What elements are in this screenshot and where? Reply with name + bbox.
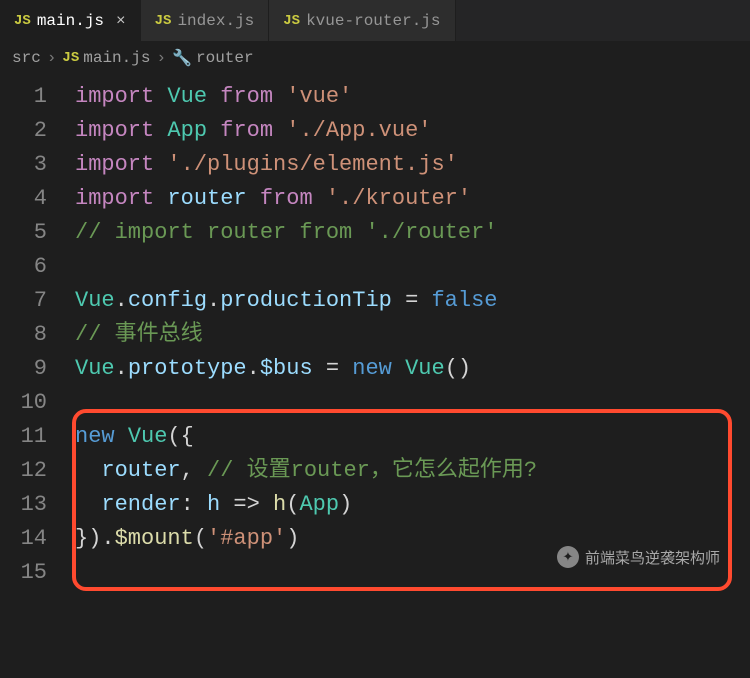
code-line: 7Vue.config.productionTip = false bbox=[0, 284, 750, 318]
chevron-right-icon: › bbox=[156, 49, 166, 67]
tab-kvue-router-js[interactable]: JS kvue-router.js bbox=[269, 0, 455, 41]
line-number: 6 bbox=[0, 250, 55, 284]
line-number: 15 bbox=[0, 556, 55, 590]
line-number: 1 bbox=[0, 80, 55, 114]
breadcrumb-folder[interactable]: src bbox=[12, 49, 41, 67]
code-line: 2import App from './App.vue' bbox=[0, 114, 750, 148]
js-icon: JS bbox=[14, 13, 31, 29]
line-number: 10 bbox=[0, 386, 55, 420]
close-icon[interactable]: × bbox=[116, 12, 126, 30]
code-line: 3import './plugins/element.js' bbox=[0, 148, 750, 182]
wechat-icon: ✦ bbox=[557, 546, 579, 568]
line-number: 8 bbox=[0, 318, 55, 352]
line-number: 3 bbox=[0, 148, 55, 182]
breadcrumb-symbol[interactable]: router bbox=[196, 49, 254, 67]
js-icon: JS bbox=[155, 13, 172, 29]
chevron-right-icon: › bbox=[47, 49, 57, 67]
line-number: 11 bbox=[0, 420, 55, 454]
tab-label: kvue-router.js bbox=[306, 12, 440, 30]
code-line: 10 bbox=[0, 386, 750, 420]
wrench-icon: 🔧 bbox=[172, 48, 192, 68]
code-line: 4import router from './krouter' bbox=[0, 182, 750, 216]
tab-bar: JS main.js × JS index.js JS kvue-router.… bbox=[0, 0, 750, 42]
code-line: 5// import router from './router' bbox=[0, 216, 750, 250]
line-number: 14 bbox=[0, 522, 55, 556]
code-line: 11new Vue({ bbox=[0, 420, 750, 454]
code-editor[interactable]: 1import Vue from 'vue' 2import App from … bbox=[0, 74, 750, 596]
line-number: 5 bbox=[0, 216, 55, 250]
line-number: 12 bbox=[0, 454, 55, 488]
line-number: 4 bbox=[0, 182, 55, 216]
line-number: 2 bbox=[0, 114, 55, 148]
tab-label: index.js bbox=[177, 12, 254, 30]
code-line: 6 bbox=[0, 250, 750, 284]
line-number: 13 bbox=[0, 488, 55, 522]
breadcrumb-file[interactable]: main.js bbox=[83, 49, 150, 67]
breadcrumb: src › JS main.js › 🔧 router bbox=[0, 42, 750, 74]
js-icon: JS bbox=[62, 50, 79, 66]
watermark-text: 前端菜鸟逆袭架构师 bbox=[585, 547, 720, 568]
tab-label: main.js bbox=[37, 12, 104, 30]
watermark: ✦ 前端菜鸟逆袭架构师 bbox=[557, 546, 720, 568]
code-line: 13 render: h => h(App) bbox=[0, 488, 750, 522]
line-number: 9 bbox=[0, 352, 55, 386]
tab-main-js[interactable]: JS main.js × bbox=[0, 0, 141, 41]
code-line: 12 router, // 设置router，它怎么起作用? bbox=[0, 454, 750, 488]
code-line: 9Vue.prototype.$bus = new Vue() bbox=[0, 352, 750, 386]
code-line: 8// 事件总线 bbox=[0, 318, 750, 352]
line-number: 7 bbox=[0, 284, 55, 318]
js-icon: JS bbox=[283, 13, 300, 29]
tab-index-js[interactable]: JS index.js bbox=[141, 0, 270, 41]
code-line: 1import Vue from 'vue' bbox=[0, 80, 750, 114]
